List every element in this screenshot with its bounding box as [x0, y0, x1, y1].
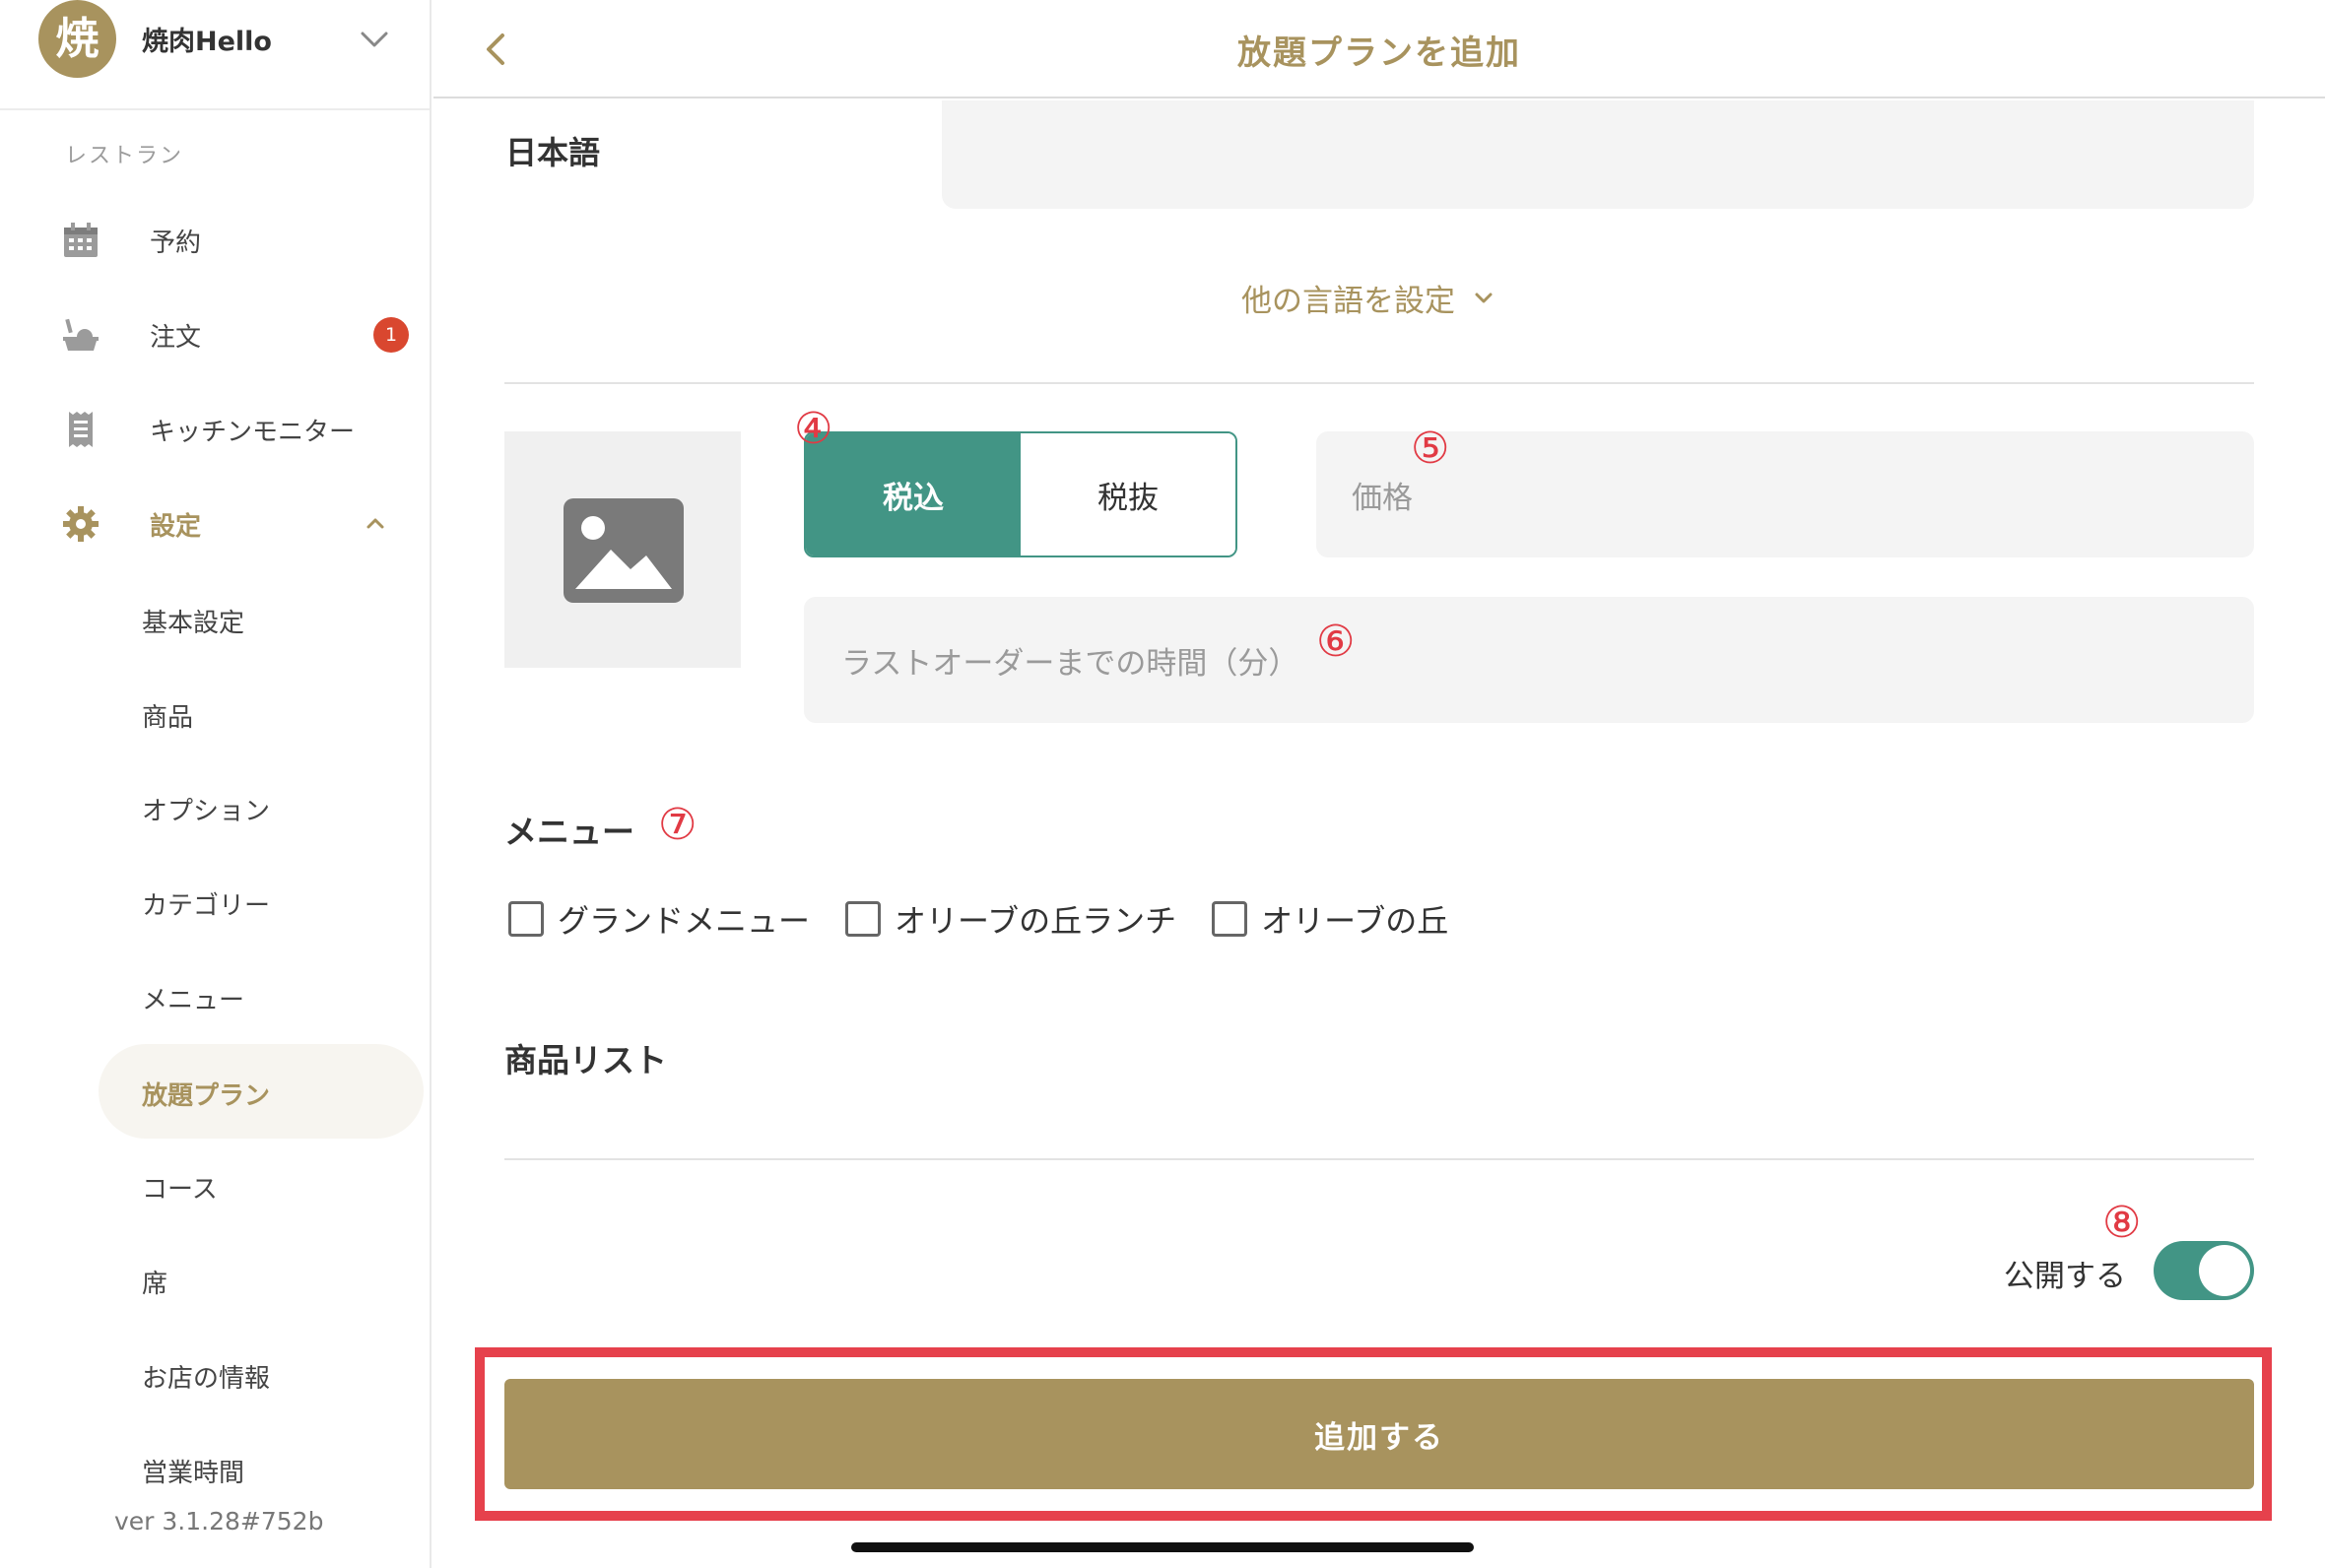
price-placeholder: 価格	[1352, 480, 1413, 516]
settings-item-shop-info[interactable]: お店の情報	[99, 1327, 424, 1421]
annotation-marker-4: ④	[794, 404, 833, 454]
publish-label: 公開する	[2004, 1259, 2126, 1294]
checkbox-label: オリーブの丘	[1261, 902, 1449, 940]
settings-item-label: 放題プラン	[142, 1081, 271, 1111]
chevron-down-icon[interactable]	[357, 22, 392, 57]
shop-avatar: 焼	[38, 0, 116, 78]
section-label-restaurant: レストラン	[65, 144, 184, 168]
tax-included-option[interactable]: 税込	[806, 433, 1021, 555]
order-tray-icon	[63, 318, 99, 351]
sidebar-item-orders[interactable]: 注文 1	[0, 299, 430, 368]
image-upload[interactable]	[504, 431, 741, 668]
settings-item-products[interactable]: 商品	[99, 666, 424, 760]
sidebar-item-label: キッチンモニター	[150, 418, 356, 447]
home-indicator	[851, 1542, 1474, 1552]
price-input[interactable]: 価格	[1316, 431, 2254, 557]
checkbox[interactable]	[845, 901, 882, 937]
annotation-marker-5: ⑤	[1411, 424, 1450, 474]
annotation-marker-8: ⑧	[2102, 1198, 2142, 1248]
receipt-icon	[69, 412, 93, 447]
last-order-placeholder: ラストオーダーまでの時間（分）	[841, 645, 1299, 682]
annotation-marker-6: ⑥	[1316, 617, 1356, 667]
settings-item-menus[interactable]: メニュー	[99, 948, 424, 1043]
checkbox-label: オリーブの丘ランチ	[895, 902, 1177, 940]
app-version: ver 3.1.28#752b	[114, 1507, 324, 1535]
order-count-badge: 1	[373, 317, 409, 353]
other-language-toggle[interactable]: 他の言語を設定	[1241, 276, 1496, 320]
menu-checkbox-group: グランドメニュー オリーブの丘ランチ オリーブの丘	[508, 896, 1448, 942]
settings-item-courses[interactable]: コース	[99, 1138, 424, 1232]
annotation-marker-7: ⑦	[658, 800, 698, 850]
settings-item-categories[interactable]: カテゴリー	[99, 854, 424, 948]
settings-item-business-hours[interactable]: 営業時間	[99, 1421, 424, 1516]
settings-item-label: メニュー	[142, 986, 245, 1015]
add-button[interactable]: 追加する	[504, 1379, 2254, 1489]
settings-item-label: 商品	[142, 703, 194, 733]
menu-section-label: メニュー	[504, 813, 634, 851]
toggle-knob	[2199, 1245, 2250, 1296]
sidebar-item-label: 設定	[150, 512, 202, 542]
settings-item-all-you-can-plans[interactable]: 放題プラン	[99, 1044, 424, 1139]
sidebar-item-kitchen-monitor[interactable]: キッチンモニター	[0, 394, 430, 463]
settings-item-label: コース	[142, 1175, 218, 1205]
sidebar-item-label: 注文	[150, 323, 202, 353]
calendar-icon	[64, 223, 98, 257]
settings-item-label: オプション	[142, 797, 271, 826]
top-bar: 放題プランを追加	[433, 0, 2325, 98]
settings-item-label: 営業時間	[142, 1459, 245, 1488]
settings-item-basic[interactable]: 基本設定	[99, 571, 424, 666]
tax-excluded-option[interactable]: 税抜	[1021, 433, 1235, 555]
settings-item-label: 席	[142, 1270, 168, 1299]
checkbox-label: グランドメニュー	[558, 902, 811, 940]
sidebar-item-label: 予約	[150, 229, 202, 258]
shop-switcher[interactable]: 焼 焼肉Hello	[0, 0, 430, 110]
checkbox[interactable]	[508, 901, 544, 937]
shop-name: 焼肉Hello	[142, 27, 272, 57]
sidebar-item-settings[interactable]: 設定	[0, 489, 430, 557]
product-list-label: 商品リスト	[504, 1041, 667, 1079]
gear-icon	[63, 506, 99, 542]
divider	[504, 1158, 2254, 1160]
settings-item-options[interactable]: オプション	[99, 759, 424, 854]
image-icon	[564, 498, 684, 603]
checkbox[interactable]	[1212, 901, 1248, 937]
other-language-label: 他の言語を設定	[1241, 284, 1455, 319]
divider	[504, 382, 2254, 384]
chevron-up-icon	[366, 518, 384, 529]
settings-item-label: お店の情報	[142, 1364, 271, 1394]
plan-name-input-ja[interactable]	[942, 100, 2254, 209]
settings-item-label: 基本設定	[142, 609, 245, 638]
tax-mode-toggle[interactable]: 税込 税抜	[804, 431, 1237, 557]
language-label: 日本語	[505, 134, 601, 171]
menu-checkbox-grand-menu[interactable]: グランドメニュー	[508, 896, 810, 942]
sidebar: 焼 焼肉Hello レストラン 予約 注文 1 キッチンモニター 設定 基本設定…	[0, 0, 432, 1568]
app: 焼 焼肉Hello レストラン 予約 注文 1 キッチンモニター 設定 基本設定…	[0, 0, 2325, 1568]
menu-checkbox-olive[interactable]: オリーブの丘	[1212, 896, 1448, 942]
last-order-minutes-input[interactable]: ラストオーダーまでの時間（分）	[804, 597, 2254, 723]
chevron-down-icon	[1475, 293, 1493, 302]
page-title: 放題プランを追加	[1237, 33, 1521, 73]
publish-toggle[interactable]	[2154, 1241, 2254, 1300]
settings-item-label: カテゴリー	[142, 891, 271, 921]
settings-item-seats[interactable]: 席	[99, 1232, 424, 1327]
sidebar-item-reservations[interactable]: 予約	[0, 205, 430, 274]
menu-checkbox-olive-lunch[interactable]: オリーブの丘ランチ	[845, 896, 1176, 942]
